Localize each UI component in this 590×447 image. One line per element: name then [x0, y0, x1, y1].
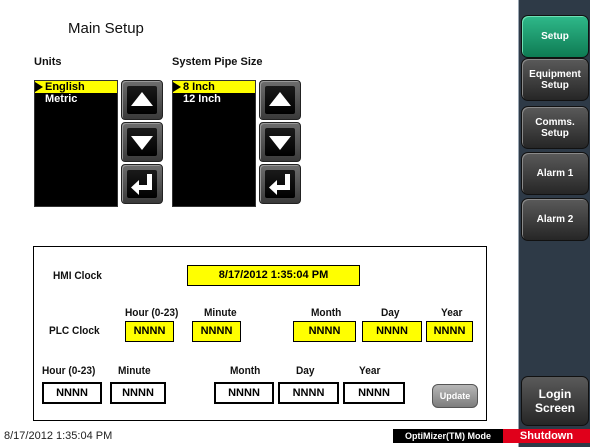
- enter-return-icon: [131, 174, 152, 195]
- plc-month-value: NNNN: [293, 321, 356, 342]
- shutdown-button[interactable]: Shutdown: [503, 429, 590, 443]
- units-enter-button[interactable]: [121, 164, 163, 204]
- main-panel: Main Setup Units English Metric System P…: [0, 0, 519, 447]
- plc-day-header: Day: [381, 307, 400, 319]
- pipe-size-label: System Pipe Size: [172, 56, 263, 68]
- mode-indicator: OptiMizer(TM) Mode: [393, 429, 503, 443]
- nav-equipment-setup-label: Equipment Setup: [529, 68, 581, 91]
- set-month-header: Month: [230, 365, 261, 377]
- status-time: 8/17/2012 1:35:04 PM: [4, 430, 113, 442]
- hmi-clock-display: 8/17/2012 1:35:04 PM: [187, 265, 360, 286]
- units-up-button[interactable]: [121, 80, 163, 120]
- plc-minute-header: Minute: [204, 307, 237, 319]
- nav-alarm1-label: Alarm 1: [536, 168, 574, 179]
- up-arrow-icon: [131, 92, 153, 106]
- set-year-input[interactable]: NNNN: [343, 382, 405, 404]
- set-minute-header: Minute: [118, 365, 151, 377]
- pipe-size-option-12[interactable]: 12 Inch: [173, 93, 255, 105]
- set-day-header: Day: [296, 365, 315, 377]
- nav-comms-setup-label: Comms. Setup: [535, 116, 575, 139]
- nav-equipment-setup-button[interactable]: Equipment Setup: [521, 58, 589, 101]
- nav-setup-label: Setup: [541, 31, 569, 42]
- plc-month-header: Month: [311, 307, 342, 319]
- nav-alarm2-label: Alarm 2: [536, 214, 574, 225]
- plc-hour-header: Hour (0-23): [125, 307, 179, 319]
- set-year-header: Year: [359, 365, 381, 377]
- plc-year-header: Year: [441, 307, 463, 319]
- units-down-button[interactable]: [121, 122, 163, 162]
- units-option-metric[interactable]: Metric: [35, 93, 117, 105]
- units-option-english[interactable]: English: [35, 81, 117, 93]
- set-day-input[interactable]: NNNN: [278, 382, 339, 404]
- set-month-input[interactable]: NNNN: [214, 382, 274, 404]
- set-minute-input[interactable]: NNNN: [110, 382, 166, 404]
- nav-alarm1-button[interactable]: Alarm 1: [521, 152, 589, 195]
- login-screen-button[interactable]: Login Screen: [521, 376, 589, 426]
- plc-hour-value: NNNN: [125, 321, 174, 342]
- nav-alarm2-button[interactable]: Alarm 2: [521, 198, 589, 241]
- pipe-size-listbox[interactable]: 8 Inch 12 Inch: [172, 80, 256, 207]
- set-hour-header: Hour (0-23): [42, 365, 96, 377]
- pipe-size-option-8[interactable]: 8 Inch: [173, 81, 255, 93]
- units-label: Units: [34, 56, 62, 68]
- units-listbox[interactable]: English Metric: [34, 80, 118, 207]
- up-arrow-icon: [269, 92, 291, 106]
- set-hour-input[interactable]: NNNN: [42, 382, 102, 404]
- pipe-size-enter-button[interactable]: [259, 164, 301, 204]
- nav-setup-button[interactable]: Setup: [521, 15, 589, 58]
- enter-return-icon: [269, 174, 290, 195]
- clock-panel: HMI Clock 8/17/2012 1:35:04 PM Hour (0-2…: [33, 246, 487, 421]
- pipe-size-down-button[interactable]: [259, 122, 301, 162]
- plc-day-value: NNNN: [362, 321, 422, 342]
- plc-clock-label: PLC Clock: [49, 325, 100, 337]
- update-button[interactable]: Update: [432, 384, 478, 408]
- nav-comms-setup-button[interactable]: Comms. Setup: [521, 106, 589, 149]
- plc-year-value: NNNN: [426, 321, 473, 342]
- hmi-clock-label: HMI Clock: [53, 270, 102, 282]
- pipe-size-up-button[interactable]: [259, 80, 301, 120]
- page-title: Main Setup: [68, 20, 144, 37]
- down-arrow-icon: [269, 136, 291, 150]
- plc-minute-value: NNNN: [192, 321, 241, 342]
- down-arrow-icon: [131, 136, 153, 150]
